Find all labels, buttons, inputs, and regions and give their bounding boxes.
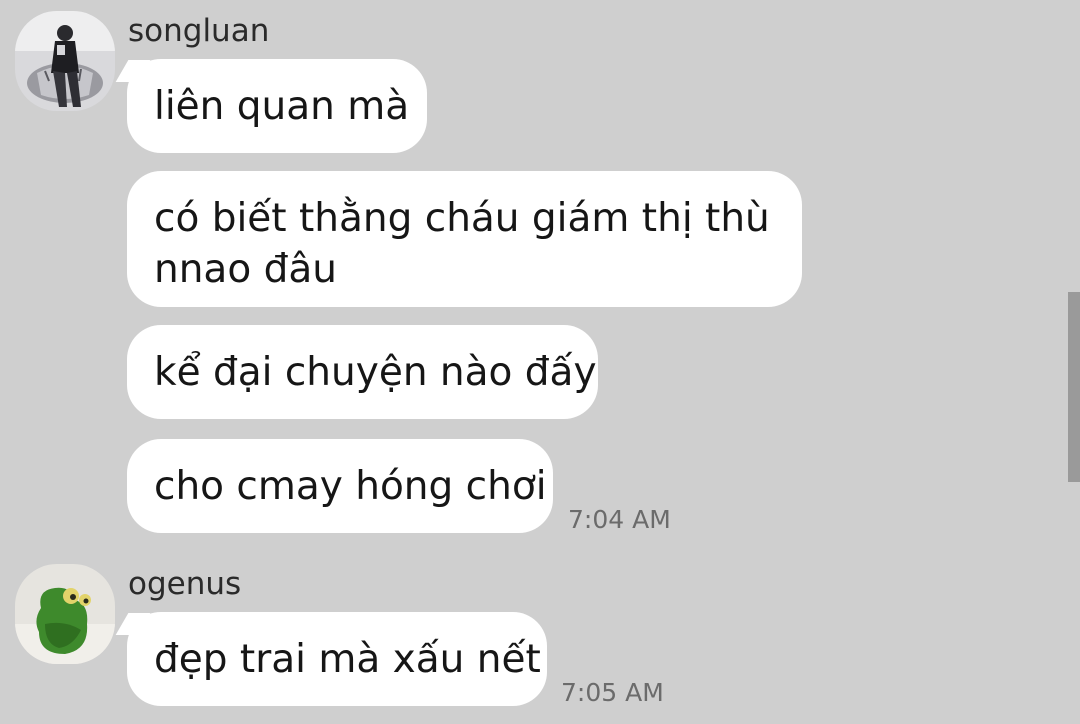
message-bubble[interactable]: kể đại chuyện nào đấy: [127, 325, 598, 419]
message-bubble[interactable]: có biết thằng cháu giám thị thù nnao đâu: [127, 171, 802, 307]
sender-name: ogenus: [128, 566, 242, 602]
green-frog-avatar-icon: [15, 564, 115, 664]
message-bubble[interactable]: liên quan mà: [127, 59, 427, 153]
message-bubble[interactable]: đẹp trai mà xấu nết: [127, 612, 547, 706]
sender-name: songluan: [128, 13, 270, 49]
user-photo-avatar-icon: [15, 11, 115, 111]
avatar-ogenus[interactable]: [15, 564, 115, 664]
scrollbar-thumb[interactable]: [1068, 292, 1080, 482]
message-timestamp: 7:04 AM: [568, 505, 671, 534]
message-timestamp: 7:05 AM: [561, 678, 664, 707]
avatar-songluan[interactable]: [15, 11, 115, 111]
message-bubble[interactable]: cho cmay hóng chơi: [127, 439, 553, 533]
